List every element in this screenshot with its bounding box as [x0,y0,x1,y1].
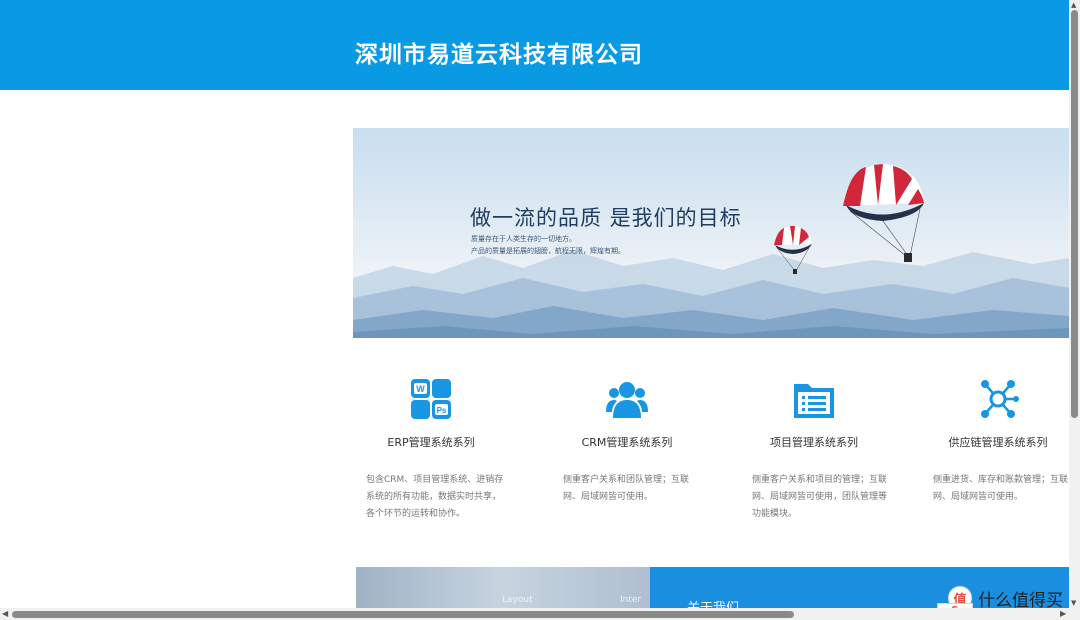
vertical-scrollbar[interactable]: ▲ ▼ [1069,0,1080,608]
feature-description: 侧重客户关系和项目的管理；互联网、局域网皆可使用，团队管理等功能模块。 [752,475,888,519]
horizontal-scrollbar[interactable]: ◀ ▶ [0,608,1080,620]
company-name[interactable]: 深圳市易道云科技有限公司 [355,35,643,69]
scroll-down-icon[interactable]: ▼ [1071,599,1076,607]
feature-description: 侧重客户关系和团队管理；互联网、局域网皆可使用。 [563,475,690,502]
layout-caption: Layout [502,595,533,605]
about-image-panel: Layout Inter [356,567,650,610]
watermark-text: 什么值得买 [978,590,1063,611]
feature-card-supply-chain[interactable]: 供应链管理系统系列 [913,378,1080,450]
feature-title: 供应链管理系统系列 [948,436,1048,449]
scroll-left-icon[interactable]: ◀ [2,609,8,618]
feature-card-project[interactable]: 项目管理系统系列 [729,378,899,450]
feature-title: 项目管理系统系列 [770,436,858,449]
feature-card-erp[interactable]: W Ps ERP管理系统系列 [346,378,516,450]
banner-subline: 质量存在于人类生存的一切地方。 [471,235,576,243]
inter-caption: Inter [620,595,642,605]
hero-banner[interactable]: 做一流的品质 是我们的目标 质量存在于人类生存的一切地方。 产品的质量是拓展的翅… [353,128,1069,338]
user-group-icon [606,382,648,418]
feature-title: ERP管理系统系列 [387,436,475,449]
folder-list-icon [794,384,834,418]
horizontal-scroll-thumb[interactable] [12,611,794,618]
network-nodes-icon [981,380,1019,418]
site-header: 深圳市易道云科技有限公司 [0,0,1069,90]
parachute-icon [774,226,812,274]
svg-text:W: W [416,384,425,394]
scroll-up-icon[interactable]: ▲ [1071,1,1076,9]
scroll-right-icon[interactable]: ▶ [1060,609,1066,618]
svg-text:Ps: Ps [437,406,447,415]
feature-title: CRM管理系统系列 [581,436,673,449]
parachute-icon [843,164,924,262]
mountain-background [353,250,1069,338]
vertical-scroll-thumb[interactable] [1071,10,1078,418]
banner-subline: 产品的质量是拓展的翅膀，航程无限，辉煌有期。 [471,247,625,255]
feature-description: 侧重进货、库存和账款管理；互联网、局域网皆可使用。 [933,475,1069,502]
banner-headline: 做一流的品质 是我们的目标 [470,206,742,230]
feature-card-crm[interactable]: CRM管理系统系列 [542,378,712,450]
feature-description: 包含CRM、项目管理系统、进销存系统的所有功能，数据实时共享，各个环节的运转和协… [366,475,504,519]
office-apps-icon: W Ps [411,379,451,419]
